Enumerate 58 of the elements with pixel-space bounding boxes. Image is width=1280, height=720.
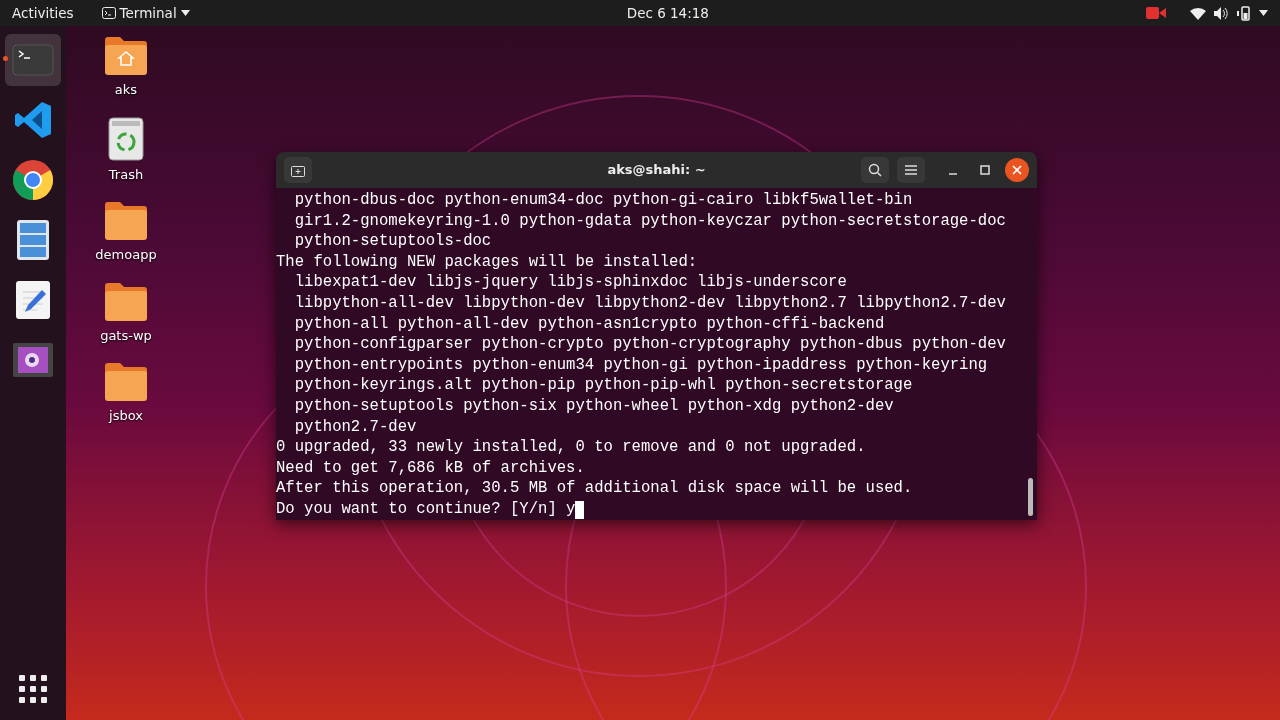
folder-icon (104, 281, 148, 322)
video-player-icon (12, 342, 54, 378)
terminal-line: libpython-all-dev libpython-dev libpython2-dev libpython2.7 libpython2.7-dev (293, 292, 1006, 314)
browser-icon (12, 159, 54, 201)
maximize-icon (980, 165, 990, 175)
new-tab-button[interactable] (284, 157, 312, 183)
clock[interactable]: Dec 6 14:18 (626, 2, 709, 24)
terminal-line: python-configparser python-crypto python-cryptography python-dbus python-dev (293, 334, 1006, 355)
terminal-line: 0 upgraded, 33 newly installed, 0 to remove and 0 not upgraded. (276, 437, 866, 458)
scrollbar-thumb[interactable] (1028, 478, 1033, 516)
terminal-line: python-entrypoints python-enum34 python-gi python-ipaddress python-keyring (293, 354, 988, 376)
search-button[interactable] (861, 157, 889, 183)
desktop-icon[interactable]: Trash (66, 116, 186, 184)
text-cursor (575, 500, 585, 519)
terminal-line: python2.7-dev (293, 416, 417, 438)
desktop-icon[interactable]: gats-wp (66, 281, 186, 345)
desktop-icon[interactable]: demoapp (66, 201, 186, 265)
icon-label: Trash (108, 165, 144, 184)
file-cabinet-icon (16, 219, 50, 261)
menu-icon (905, 165, 917, 175)
app-menu[interactable]: Terminal (101, 2, 190, 24)
text-editor-icon (15, 280, 51, 320)
terminal-line: python-setuptools python-six python-wheel python-xdg python2-dev (293, 395, 894, 417)
terminal-line: libexpat1-dev libjs-jquery libjs-sphinxdoc libjs-underscore (293, 272, 847, 293)
folder-icon (104, 362, 148, 402)
close-button[interactable] (1005, 158, 1029, 182)
home-folder-icon (104, 36, 148, 76)
icon-label: aks (114, 81, 138, 99)
terminal-line: python-setuptools-doc (293, 231, 492, 252)
terminal-line: The following NEW packages will be installed: (276, 251, 698, 273)
icon-label: demoapp (95, 246, 157, 264)
desktop-icon[interactable]: jsbox (66, 362, 186, 426)
menu-button[interactable] (897, 157, 925, 183)
terminal-line: python-dbus-doc python-enum34-doc python-gi-cairo libkf5wallet-bin (293, 190, 913, 211)
code-editor-icon (13, 100, 53, 140)
system-status-drawing[interactable] (1190, 5, 1268, 21)
folder-icon (104, 201, 148, 241)
window-title: aks@shahi: ~ (607, 161, 706, 180)
terminal-icon (12, 44, 54, 76)
new-tab-icon (291, 163, 305, 177)
terminal-line: gir1.2-gnomekeyring-1.0 python-gdata python-keyczar python-secretstorage-doc (293, 210, 1006, 232)
caret-icon (180, 10, 190, 16)
terminal-line: Do you want to continue? [Y/n] y (276, 498, 576, 520)
terminal-line: python-keyrings.alt python-pip python-pip-whl python-secretstorage (293, 375, 913, 396)
desktop-icon[interactable]: aks (66, 36, 186, 100)
search-icon (868, 163, 882, 177)
minimize-icon (949, 173, 957, 175)
terminal-line: After this operation, 30.5 MB of additional disk space will be used. (276, 478, 913, 499)
app-grid-icon[interactable] (18, 674, 48, 704)
terminal-icon (101, 7, 116, 19)
activities-button[interactable]: Activities (8, 2, 78, 24)
terminal-line: python-all python-all-dev python-asn1crypto python-cffi-backend (293, 313, 885, 335)
close-icon (1012, 165, 1022, 175)
icon-label: gats-wp (100, 326, 152, 345)
record-icon (1146, 6, 1166, 20)
trash-icon (108, 116, 144, 161)
terminal-line: Need to get 7,686 kB of archives. (276, 457, 585, 479)
icon-label: jsbox (109, 407, 143, 425)
